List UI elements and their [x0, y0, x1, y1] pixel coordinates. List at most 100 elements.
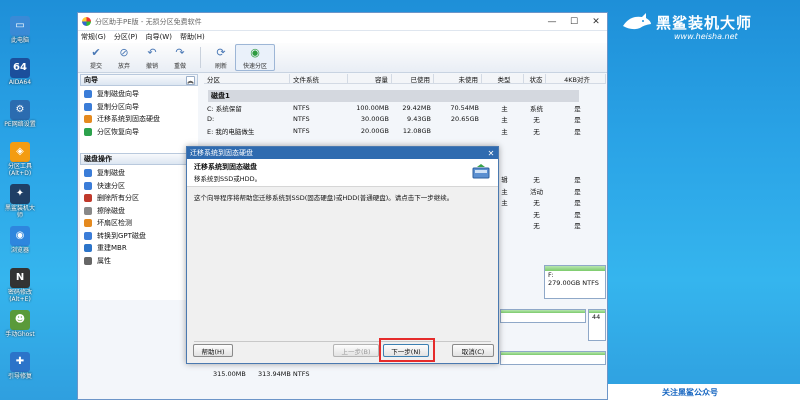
- column-header[interactable]: 类型: [482, 74, 524, 84]
- dialog-title: 迁移系统到固态硬盘: [190, 149, 253, 157]
- dialog-divider: [194, 341, 491, 342]
- column-header[interactable]: 状态: [524, 74, 546, 84]
- disk-op-item-icon: [84, 169, 92, 178]
- disk-op-item[interactable]: 转换到GPT磁盘: [84, 230, 198, 243]
- wizard-list: 复制磁盘向导 复制分区向导 迁移系统到固态硬盘 分区恢复向导: [80, 86, 198, 141]
- desktop-shark-installer[interactable]: ✦ 黑鲨装机大 师: [0, 184, 40, 220]
- disk-op-item[interactable]: 重建MBR: [84, 242, 198, 255]
- prev-button[interactable]: 上一步(B): [333, 344, 379, 357]
- desktop-password[interactable]: N 密码修改 (Alt+E): [0, 268, 40, 304]
- cancel-button[interactable]: 取消(C): [452, 344, 494, 357]
- table-cell: NTFS: [293, 103, 310, 112]
- table-cell: 100.00MB: [356, 103, 389, 112]
- close-icon[interactable]: ✕: [585, 13, 607, 30]
- disk-bar-bottom[interactable]: [500, 351, 606, 365]
- wizard-item-icon: [84, 102, 92, 111]
- column-header[interactable]: 已使用: [392, 74, 434, 84]
- menu-bar: 常规(G) 分区(P) 向导(W) 帮助(H): [78, 31, 607, 43]
- logo-title: 黑鲨装机大师: [656, 14, 753, 32]
- wizard-item[interactable]: 迁移系统到固态硬盘: [84, 113, 198, 126]
- disk-op-item[interactable]: 擦除磁盘: [84, 205, 198, 218]
- menu-partition[interactable]: 分区(P): [114, 32, 138, 42]
- redo-button[interactable]: ↷ 重做: [166, 44, 194, 71]
- disk-op-item[interactable]: 删除所有分区: [84, 192, 198, 205]
- maximize-icon[interactable]: ☐: [563, 13, 585, 30]
- table-cell: 是: [574, 116, 581, 125]
- disk-op-item-label: 重建MBR: [97, 244, 127, 253]
- table-row[interactable]: E: 我的电脑做生 NTFS 20.00GB 12.08GB 主 无 是: [204, 125, 606, 137]
- disk-op-item[interactable]: 属性: [84, 255, 198, 268]
- desktop-icon-label: PE网络设置: [4, 121, 36, 128]
- desktop-icon-label: 分区工具 (Alt+D): [7, 163, 32, 177]
- desktop-icon-label: AIDA64: [8, 79, 32, 86]
- column-header[interactable]: 分区: [204, 74, 290, 84]
- partition-tool-icon: ◈: [10, 142, 30, 162]
- table-cell: 是: [574, 187, 581, 196]
- disk-bar-wide[interactable]: [500, 309, 586, 323]
- disk-op-item-icon: [84, 206, 92, 215]
- menu-help[interactable]: 帮助(H): [180, 32, 205, 42]
- desktop-boot-repair[interactable]: ✚ 引导修复: [0, 352, 40, 381]
- minimize-icon[interactable]: —: [541, 13, 563, 30]
- collapse-icon[interactable]: ︽: [186, 75, 195, 85]
- quick-partition-button[interactable]: ◉ 快速分区: [235, 44, 275, 71]
- column-header[interactable]: 文件系统: [290, 74, 348, 84]
- wizard-item[interactable]: 复制分区向导: [84, 101, 198, 114]
- table-cell: D:: [207, 115, 215, 124]
- disk-op-item[interactable]: 快速分区: [84, 180, 198, 193]
- table-cell: 无: [533, 210, 540, 219]
- menu-general[interactable]: 常规(G): [81, 32, 106, 42]
- desktop-browser[interactable]: ◉ 浏览器: [0, 226, 40, 255]
- column-header[interactable]: 容量: [348, 74, 392, 84]
- help-button[interactable]: 帮助(H): [193, 344, 233, 357]
- column-header[interactable]: 4KB对齐: [546, 74, 606, 84]
- shark-logo-icon: [623, 13, 651, 30]
- disk-row[interactable]: 磁盘1: [208, 90, 579, 102]
- column-header[interactable]: 未使用: [434, 74, 482, 84]
- desktop-network[interactable]: ⚙ PE网络设置: [0, 100, 40, 129]
- refresh-icon: ⟳: [216, 46, 226, 59]
- computer-icon: ▭: [10, 16, 30, 36]
- table-row[interactable]: C: 系统保留 NTFS 100.00MB 29.42MB 70.54MB 主 系统 是: [204, 102, 606, 114]
- wizard-item[interactable]: 复制磁盘向导: [84, 88, 198, 101]
- table-cell: 无: [533, 116, 540, 125]
- desktop-icon-label: 浏览器: [10, 247, 29, 254]
- network-icon: ⚙: [10, 100, 30, 120]
- desktop-computer[interactable]: ▭ 此电脑: [0, 16, 40, 45]
- table-cell: 是: [574, 127, 581, 136]
- desktop-aida64[interactable]: 64 AIDA64: [0, 58, 40, 87]
- discard-button[interactable]: ⊘ 放弃: [110, 44, 138, 71]
- close-icon[interactable]: ✕: [484, 149, 498, 158]
- dialog-body-text: 这个向导程序将帮助您迁移系统到SSD(固态硬盘)或HDD(普通硬盘)。请点击下一…: [194, 194, 454, 202]
- refresh-button[interactable]: ⟳ 刷新: [207, 44, 235, 71]
- undo-button[interactable]: ↶ 撤销: [138, 44, 166, 71]
- wizard-item-icon: [84, 90, 92, 99]
- disk-op-item-icon: [84, 244, 92, 253]
- disk-bar-small[interactable]: 44: [588, 309, 606, 341]
- wechat-banner[interactable]: 关注黑鲨公众号: [608, 384, 800, 400]
- dialog-title-bar[interactable]: 迁移系统到固态硬盘 ✕: [187, 147, 498, 159]
- disk-bar-f[interactable]: F: 279.00GB NTFS: [544, 265, 606, 299]
- disk-op-item-icon: [84, 256, 92, 265]
- table-row[interactable]: D: NTFS 30.00GB 9.43GB 20.65GB 主 无 是: [204, 114, 606, 126]
- menu-wizard[interactable]: 向导(W): [146, 32, 172, 42]
- wizard-item[interactable]: 分区恢复向导: [84, 126, 198, 139]
- submit-button[interactable]: ✔ 提交: [82, 44, 110, 71]
- disk-ops-section-header[interactable]: 磁盘操作︽: [80, 153, 198, 165]
- table-cell: 是: [574, 104, 581, 113]
- disk-op-item-icon: [84, 231, 92, 240]
- partition-f-label: F:: [548, 271, 554, 279]
- table-cell: [434, 125, 482, 137]
- desktop-ghost[interactable]: ☻ 手动Ghost: [0, 310, 40, 339]
- desktop-partition-tool[interactable]: ◈ 分区工具 (Alt+D): [0, 142, 40, 178]
- ghost-icon: ☻: [10, 310, 30, 330]
- disk-op-item[interactable]: 复制磁盘: [84, 167, 198, 180]
- table-cell: 30.00GB: [360, 115, 389, 124]
- wizard-section-header[interactable]: 向导 ︽: [80, 74, 198, 86]
- disk-op-item[interactable]: 坏扇区检测: [84, 217, 198, 230]
- heisha-logo: 黑鲨装机大师 www.heisha.net: [622, 10, 792, 46]
- next-button-highlight: [379, 338, 435, 362]
- title-bar[interactable]: 分区助手PE版 - 无损分区免费软件 — ☐ ✕: [78, 13, 607, 31]
- table-cell: 是: [574, 210, 581, 219]
- table-cell: 29.42MB: [402, 103, 431, 112]
